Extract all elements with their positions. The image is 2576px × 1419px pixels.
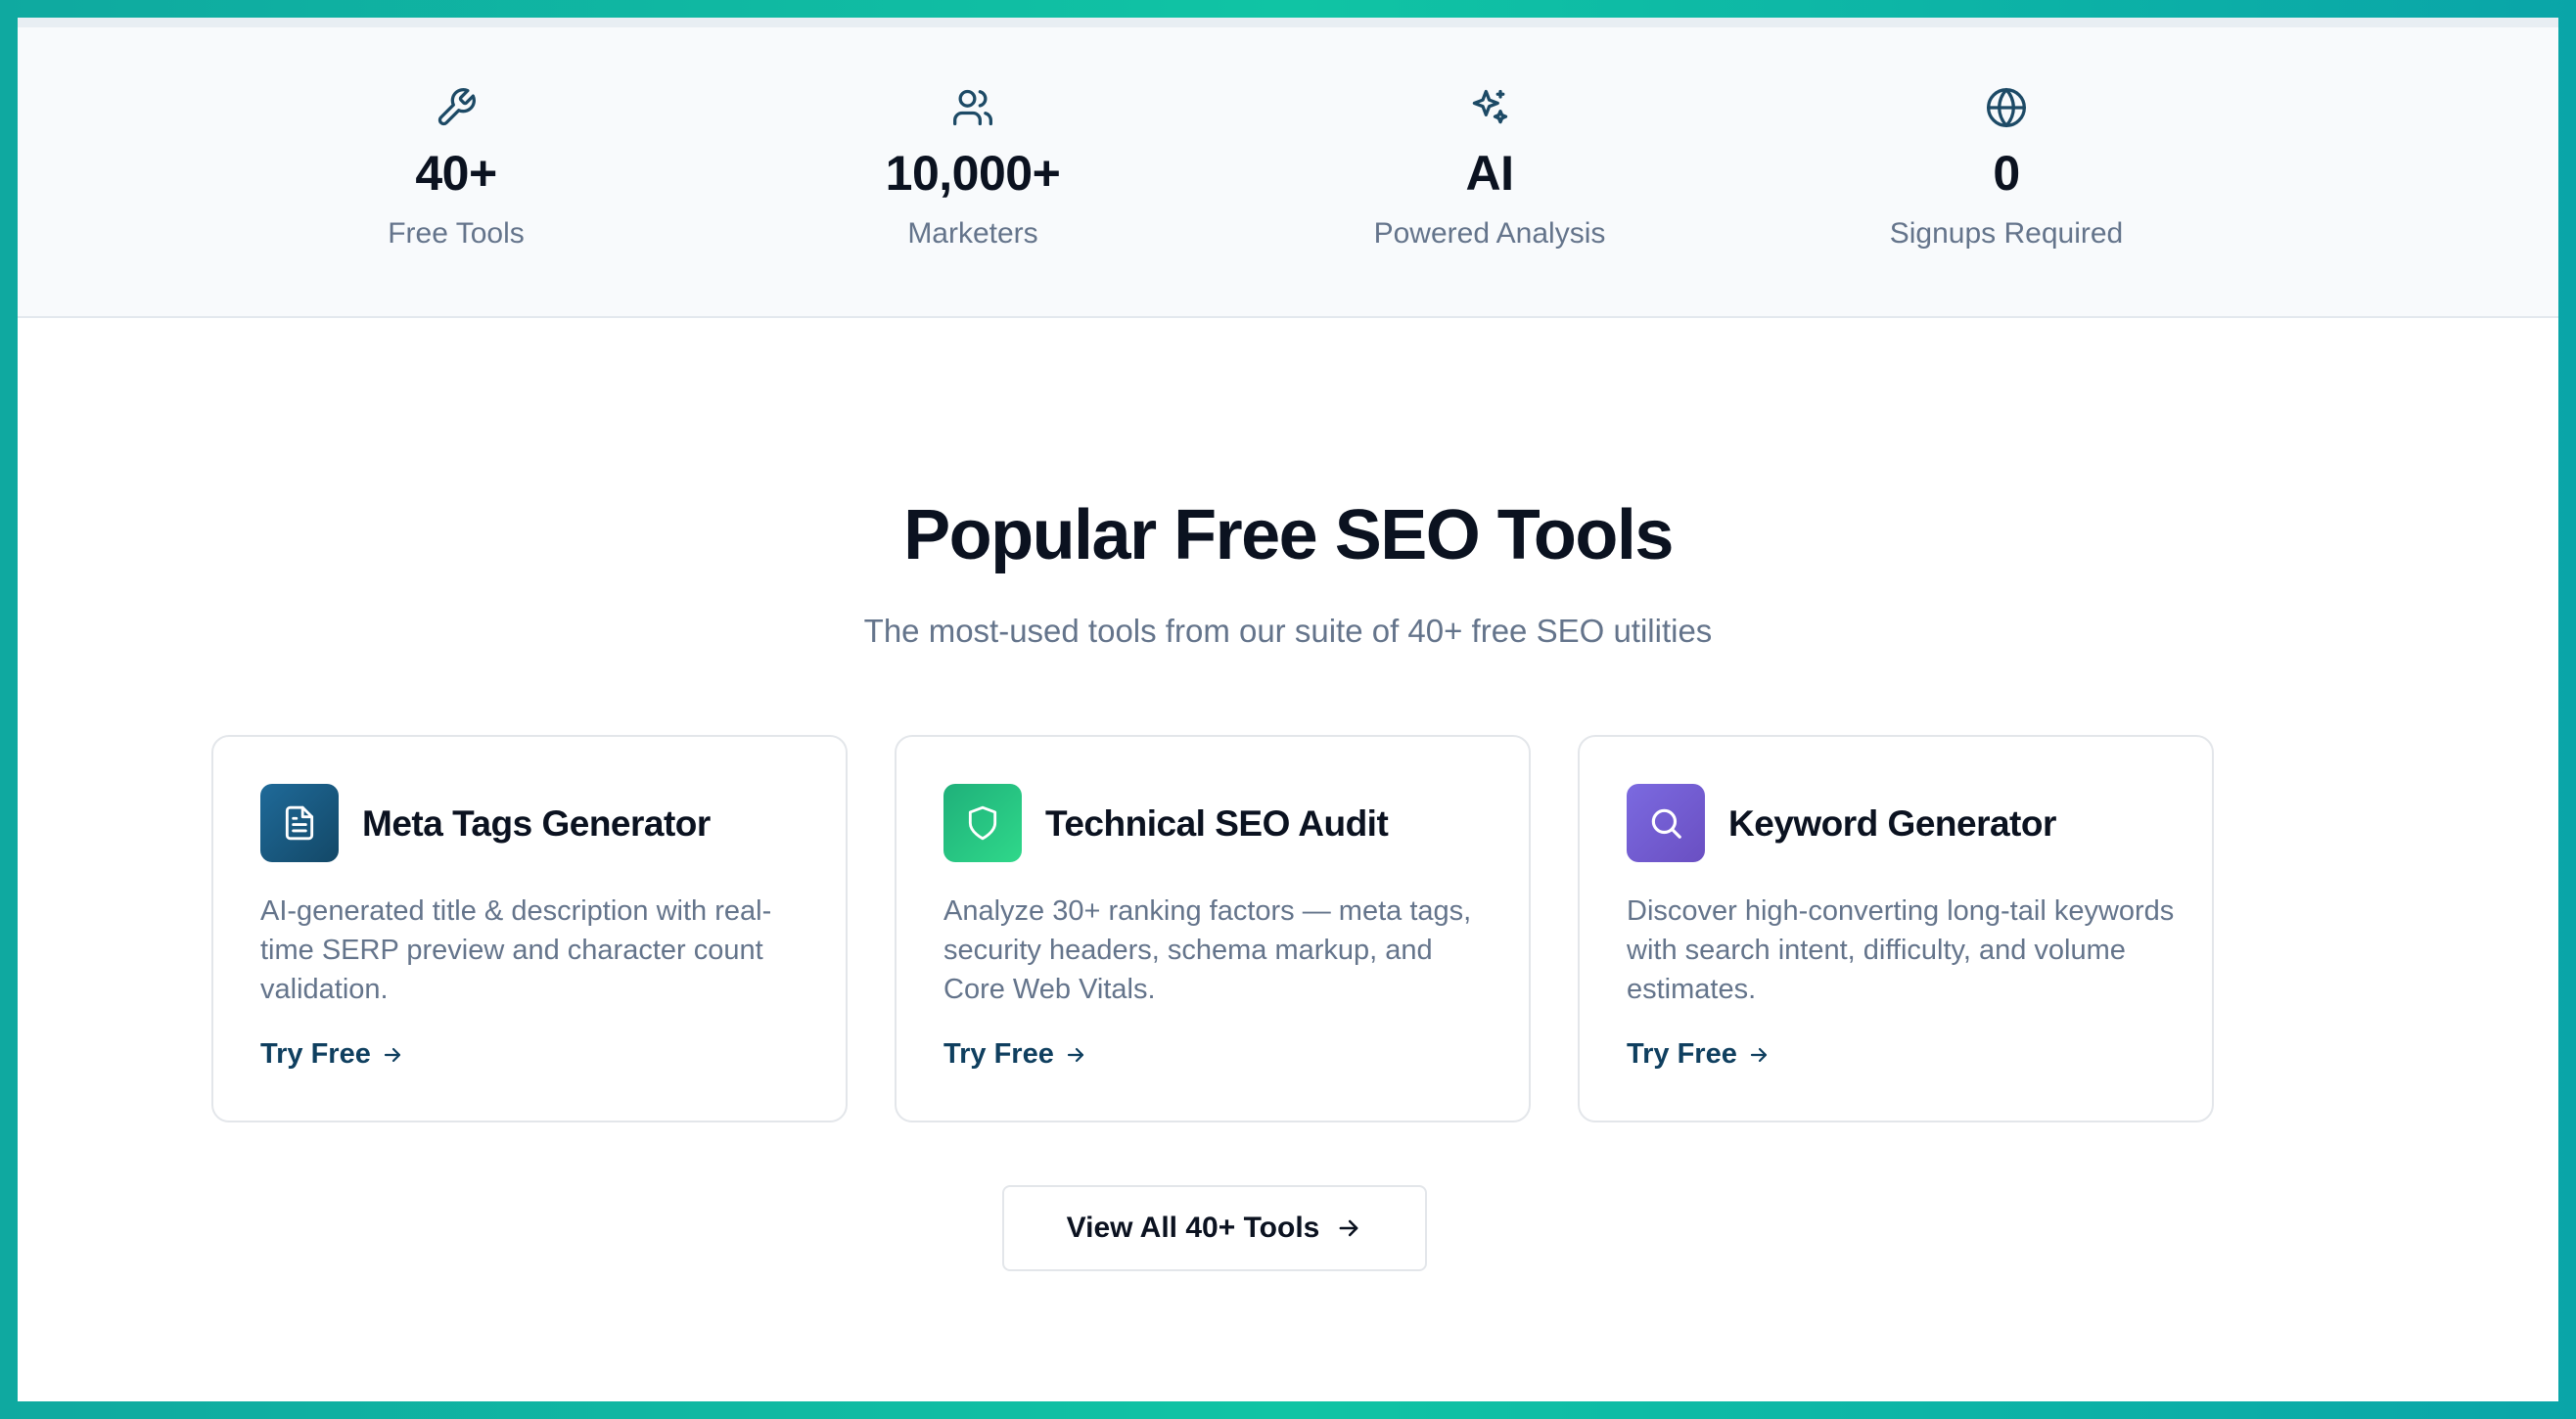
arrow-right-icon xyxy=(1339,1219,1358,1237)
section-title: Popular Free SEO Tools xyxy=(903,496,1674,574)
card-title: Technical SEO Audit xyxy=(1045,803,1389,844)
sparkles-icon xyxy=(1468,86,1511,129)
stat-value: 40+ xyxy=(415,146,497,201)
page-frame: 40+ Free Tools 10,000+ Marketers AI Powe… xyxy=(18,18,2558,1401)
stat-value: 0 xyxy=(1993,146,2020,201)
document-icon xyxy=(260,784,339,862)
try-free-label: Try Free xyxy=(1627,1038,1737,1070)
stat-value: 10,000+ xyxy=(885,146,1061,201)
tool-card-keyword-generator[interactable]: Keyword Generator Discover high-converti… xyxy=(1578,735,2214,1122)
stat-label: Signups Required xyxy=(1889,217,2124,250)
search-icon xyxy=(1627,784,1705,862)
view-all-label: View All 40+ Tools xyxy=(1066,1212,1320,1244)
try-free-label: Try Free xyxy=(943,1038,1054,1070)
arrow-right-icon xyxy=(1067,1047,1083,1062)
arrow-right-icon xyxy=(1750,1047,1767,1062)
stat-value: AI xyxy=(1465,146,1515,201)
card-description: AI-generated title & description with re… xyxy=(260,895,772,1005)
stat-label: Free Tools xyxy=(388,217,525,250)
try-free-link[interactable]: Try Free xyxy=(943,1038,1087,1071)
view-all-tools-button[interactable]: View All 40+ Tools xyxy=(1002,1185,1427,1271)
try-free-link[interactable]: Try Free xyxy=(260,1038,404,1071)
section-subtitle: The most-used tools from our suite of 40… xyxy=(863,613,1713,649)
card-title: Keyword Generator xyxy=(1728,803,2056,844)
stat-label: Marketers xyxy=(907,217,1038,250)
arrow-right-icon xyxy=(384,1047,400,1062)
tool-card-technical-audit[interactable]: Technical SEO Audit Analyze 30+ ranking … xyxy=(895,735,1531,1122)
wrench-icon xyxy=(435,86,478,129)
tool-card-meta-tags[interactable]: Meta Tags Generator AI-generated title &… xyxy=(211,735,848,1122)
stats-band: 40+ Free Tools 10,000+ Marketers AI Powe… xyxy=(18,27,2558,318)
card-description: Analyze 30+ ranking factors — meta tags,… xyxy=(943,895,1472,1005)
try-free-label: Try Free xyxy=(260,1038,371,1070)
card-description: Discover high-converting long-tail keywo… xyxy=(1627,895,2175,1005)
stat-label: Powered Analysis xyxy=(1373,217,1606,250)
top-divider xyxy=(18,18,2558,27)
shield-icon xyxy=(943,784,1022,862)
try-free-link[interactable]: Try Free xyxy=(1627,1038,1771,1071)
users-icon xyxy=(951,86,994,129)
card-title: Meta Tags Generator xyxy=(362,803,711,844)
globe-icon xyxy=(1985,86,2028,129)
